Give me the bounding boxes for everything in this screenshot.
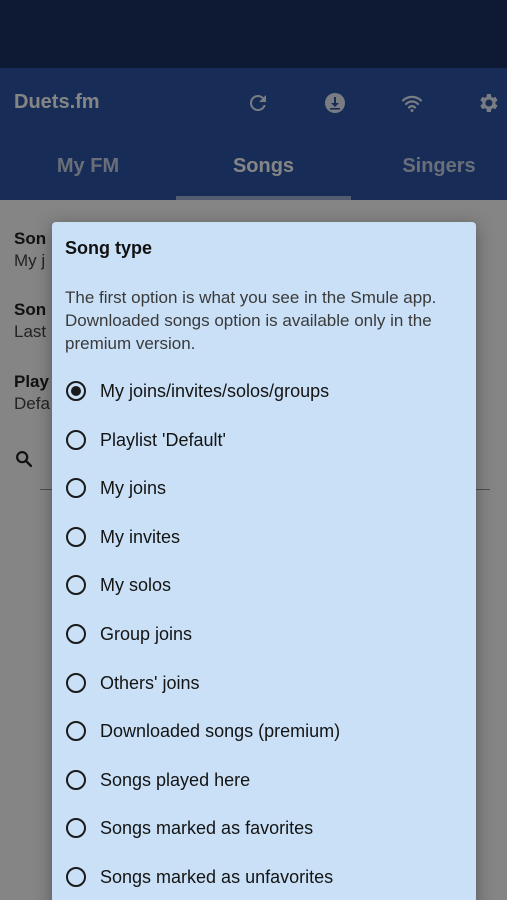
song-type-option[interactable]: My joins/invites/solos/groups <box>52 369 476 413</box>
option-label: My solos <box>100 575 172 596</box>
radio-unselected-icon[interactable] <box>66 818 86 839</box>
song-type-option[interactable]: My solos <box>52 563 476 607</box>
song-type-option[interactable]: Songs marked as unfavorites <box>52 855 476 899</box>
radio-unselected-icon[interactable] <box>66 478 86 499</box>
dialog-title: Song type <box>65 238 153 258</box>
radio-unselected-icon[interactable] <box>66 867 86 887</box>
option-label: Group joins <box>100 624 193 644</box>
song-type-option[interactable]: My invites <box>52 515 476 559</box>
radio-unselected-icon[interactable] <box>66 672 86 693</box>
radio-unselected-icon[interactable] <box>66 769 86 790</box>
option-label: My joins <box>100 478 167 499</box>
option-label: My joins/invites/solos/groups <box>100 381 330 401</box>
option-label: Others' joins <box>100 672 200 693</box>
radio-selected-icon[interactable] <box>66 381 86 401</box>
song-type-option[interactable]: Songs marked as favorites <box>52 806 476 850</box>
song-type-option[interactable]: Songs played here <box>52 758 476 802</box>
option-label: Songs marked as unfavorites <box>100 867 334 887</box>
radio-unselected-icon[interactable] <box>66 624 86 644</box>
radio-unselected-icon[interactable] <box>66 575 86 596</box>
song-type-option[interactable]: My joins <box>52 466 476 510</box>
option-label: Playlist 'Default' <box>100 429 226 450</box>
option-label: My invites <box>100 526 181 547</box>
song-type-option[interactable]: Group joins <box>52 612 476 656</box>
option-label: Songs marked as favorites <box>100 818 314 839</box>
radio-unselected-icon[interactable] <box>66 429 86 450</box>
option-label: Songs played here <box>100 769 251 790</box>
song-type-option[interactable]: Downloaded songs (premium) <box>52 709 476 753</box>
song-type-option[interactable]: Others' joins <box>52 661 476 705</box>
radio-unselected-icon[interactable] <box>66 526 86 547</box>
dialog-description: The first option is what you see in the … <box>65 288 437 353</box>
radio-unselected-icon[interactable] <box>66 721 86 742</box>
song-type-option[interactable]: Playlist 'Default' <box>52 418 476 462</box>
screen: Duets.fm My FM Songs Singers Son My j So… <box>0 0 507 900</box>
option-label: Downloaded songs (premium) <box>100 721 341 742</box>
song-type-dialog: Song type The first option is what you s… <box>52 222 476 900</box>
